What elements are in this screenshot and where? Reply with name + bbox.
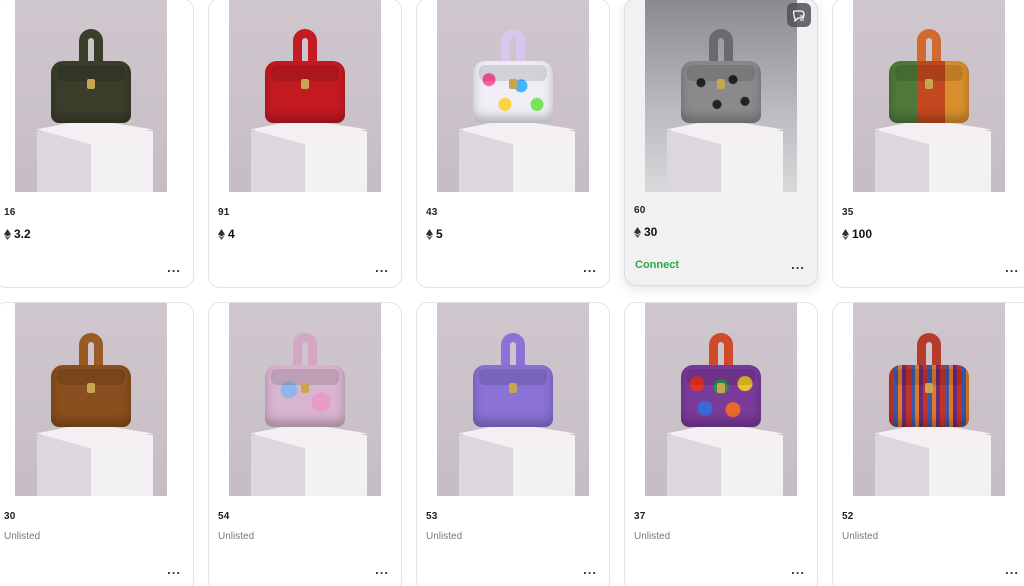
price-value: 30 [644,225,658,239]
price: 100 [842,227,872,241]
token-id: 37 [634,511,646,522]
nft-card[interactable]: 52 Unlisted ... [832,302,1024,586]
nft-card[interactable]: 35 100 ... [832,0,1024,288]
more-options-icon[interactable]: ... [791,258,805,271]
ethereum-icon [842,228,849,240]
nft-image [853,303,1005,496]
nft-card[interactable]: 91 4 ... [208,0,402,288]
price: 30 [634,225,657,239]
more-options-icon[interactable]: ... [167,563,181,576]
nft-grid: 16 3.2 ... 91 4 ... 43 5 ... 60 30 Conne… [0,0,1024,586]
token-id: 60 [634,205,646,216]
listing-status: Unlisted [4,531,41,542]
nft-card[interactable]: 30 Unlisted ... [0,302,194,586]
listing-status: Unlisted [634,531,671,542]
listing-status: Unlisted [218,531,255,542]
nft-image [15,0,167,192]
ethereum-icon [426,228,433,240]
nft-card[interactable]: 37 Unlisted ... [624,302,818,586]
price: 3.2 [4,227,31,241]
nft-image [437,303,589,496]
listing-status: Unlisted [842,531,879,542]
ethereum-icon [218,228,225,240]
token-id: 54 [218,511,230,522]
price-value: 3.2 [14,227,31,241]
more-options-icon[interactable]: ... [167,261,181,274]
token-id: 16 [4,207,16,218]
connect-button[interactable]: Connect [635,259,679,271]
token-id: 30 [4,511,16,522]
more-options-icon[interactable]: ... [583,261,597,274]
token-id: 91 [218,207,230,218]
nft-card[interactable]: 53 Unlisted ... [416,302,610,586]
price-value: 5 [436,227,443,241]
listing-status: Unlisted [426,531,463,542]
more-options-icon[interactable]: ... [791,563,805,576]
nft-image [437,0,589,192]
nft-image [229,303,381,496]
nft-card[interactable]: 16 3.2 ... [0,0,194,288]
nft-card[interactable]: 43 5 ... [416,0,610,288]
nft-image [645,303,797,496]
nft-image [15,303,167,496]
token-id: 53 [426,511,438,522]
price: 4 [218,227,235,241]
price: 5 [426,227,443,241]
nft-image [229,0,381,192]
nft-image [853,0,1005,192]
token-id: 43 [426,207,438,218]
token-id: 35 [842,207,854,218]
more-options-icon[interactable]: ... [375,261,389,274]
more-options-icon[interactable]: ... [1005,261,1019,274]
price-value: 100 [852,227,873,241]
ethereum-icon [4,228,11,240]
nft-image [645,0,797,192]
token-id: 52 [842,511,854,522]
more-options-icon[interactable]: ... [375,563,389,576]
nft-card[interactable]: 60 30 Connect ... [624,0,818,286]
more-options-icon[interactable]: ... [1005,563,1019,576]
chat-icon[interactable] [787,3,811,27]
ethereum-icon [634,226,641,238]
price-value: 4 [228,227,235,241]
nft-card[interactable]: 54 Unlisted ... [208,302,402,586]
more-options-icon[interactable]: ... [583,563,597,576]
